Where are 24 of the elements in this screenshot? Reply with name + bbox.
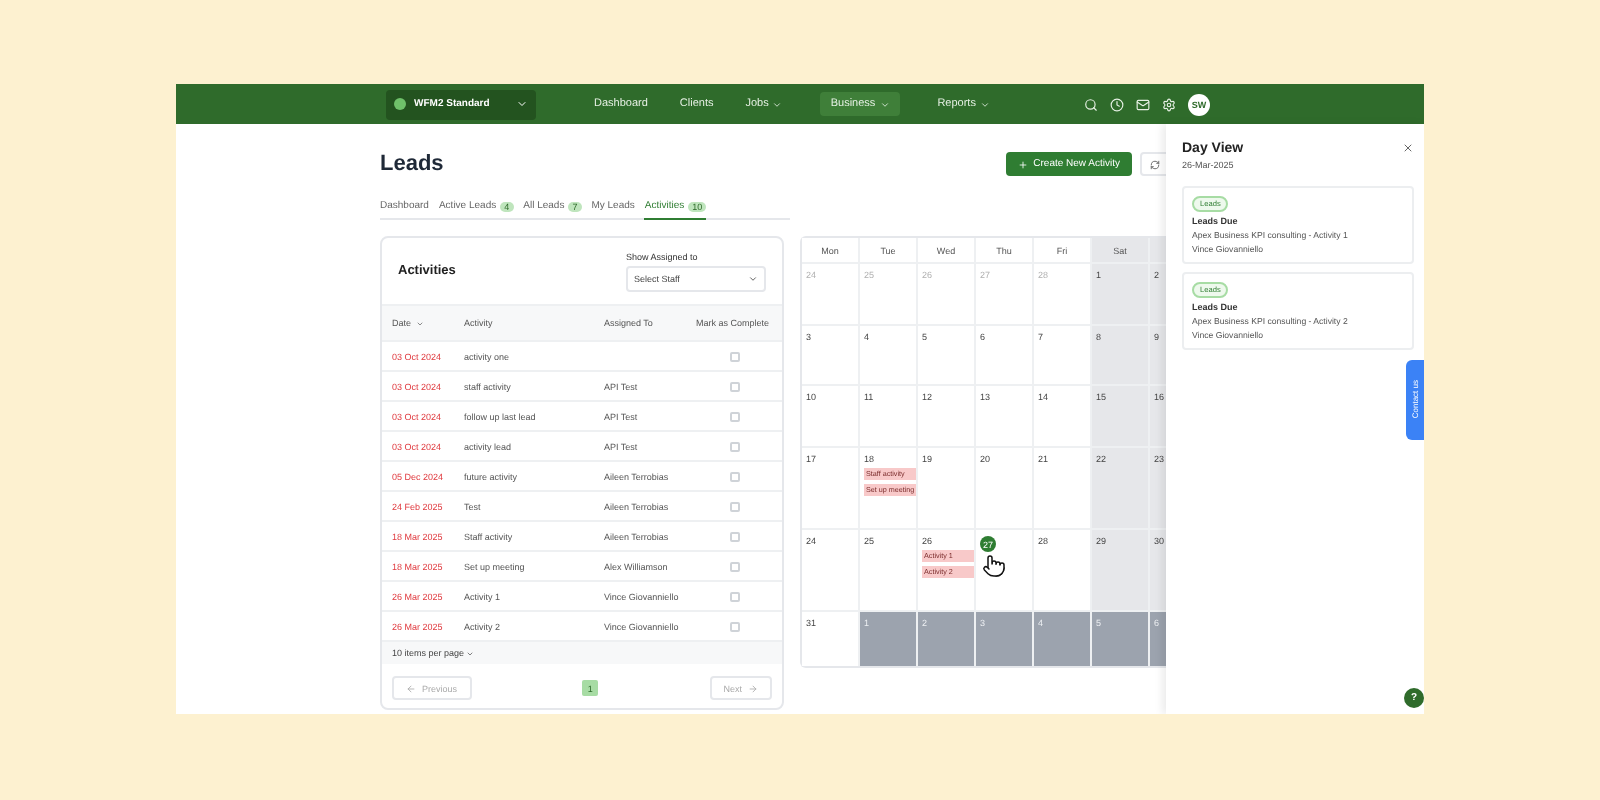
arrow-left-icon [406, 683, 416, 693]
logo-icon [394, 98, 406, 110]
close-icon[interactable] [1402, 142, 1414, 154]
chevron-down-icon [748, 273, 758, 283]
checkbox[interactable] [730, 411, 740, 421]
settings-icon[interactable] [1161, 97, 1176, 111]
hand-pointer-icon [982, 554, 1006, 578]
checkbox[interactable] [730, 351, 740, 361]
checkbox[interactable] [730, 591, 740, 601]
arrow-right-icon [747, 683, 758, 693]
checkbox[interactable] [730, 381, 740, 391]
page-title: Leads [380, 152, 446, 176]
checkbox[interactable] [730, 561, 740, 571]
chevron-down-icon [516, 98, 528, 110]
clock-icon[interactable] [1109, 97, 1124, 111]
checkbox[interactable] [730, 621, 740, 631]
checkbox[interactable] [730, 531, 740, 541]
mail-icon[interactable] [1135, 97, 1150, 111]
search-icon[interactable] [1083, 97, 1098, 111]
checkbox[interactable] [730, 441, 740, 451]
checkbox[interactable] [730, 471, 740, 481]
checkbox[interactable] [730, 501, 740, 511]
refresh-icon [1150, 159, 1160, 169]
plus-icon [1017, 159, 1028, 169]
